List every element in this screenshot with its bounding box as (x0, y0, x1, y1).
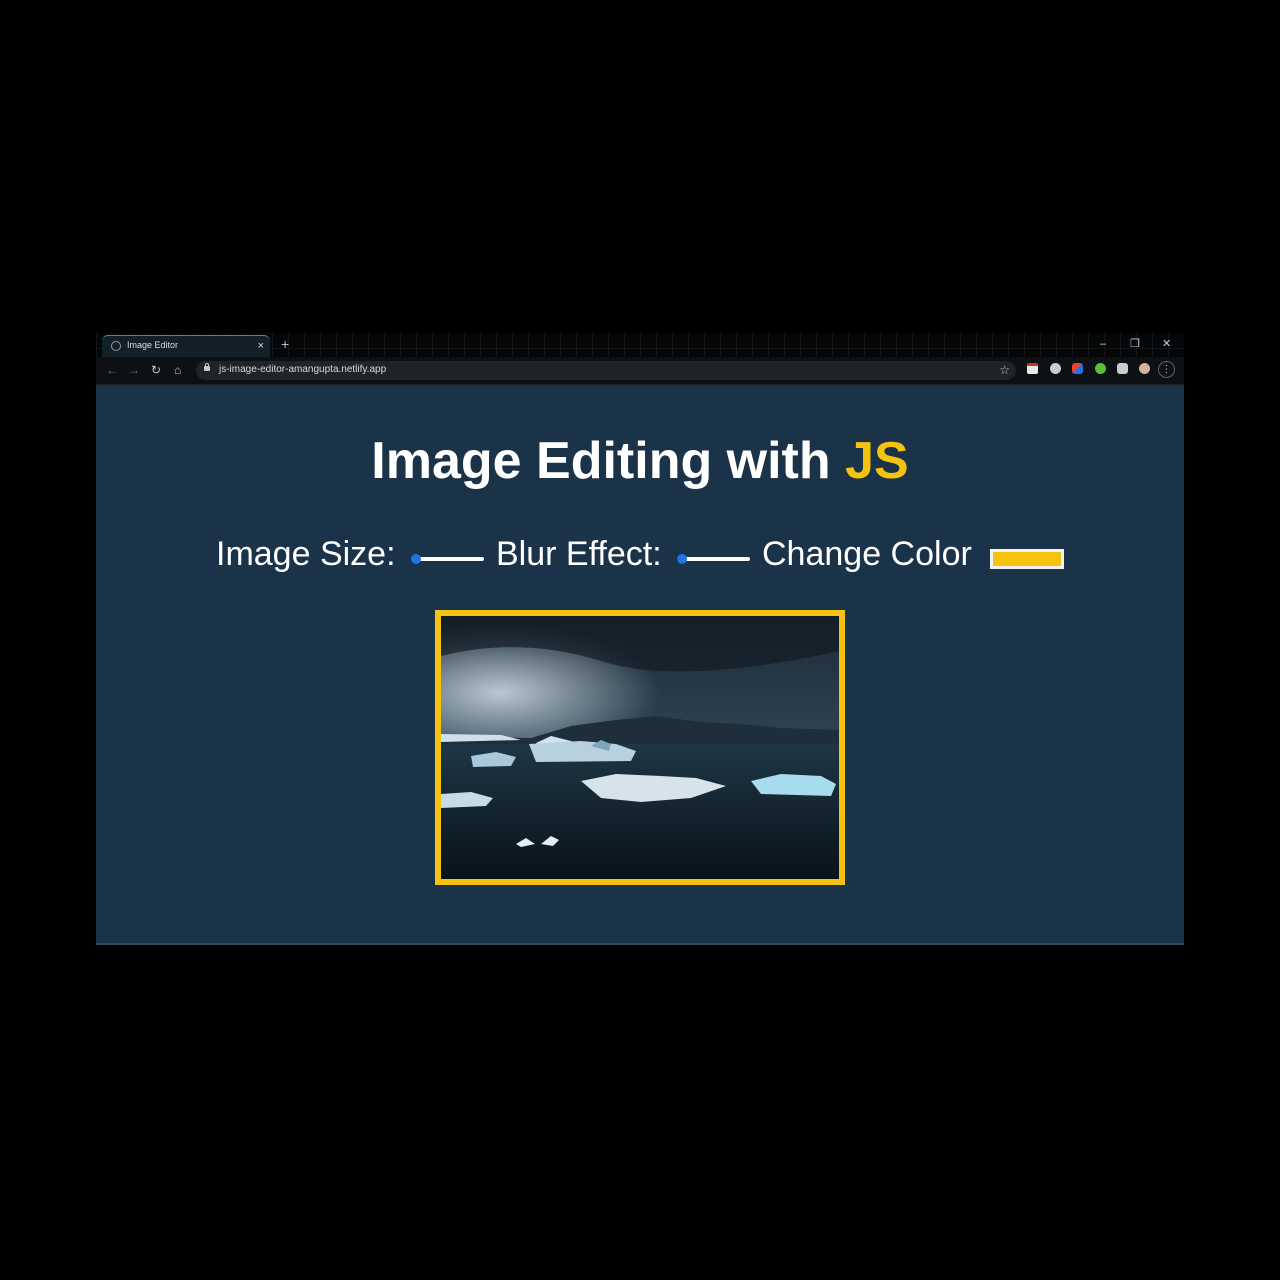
minimize-button[interactable]: – (1100, 337, 1106, 351)
address-url[interactable]: js-image-editor-amangupta.netlify.app (219, 364, 386, 375)
new-tab-button[interactable]: + (281, 336, 289, 352)
browser-titlebar: Image Editor × + – ❐ ✕ (96, 333, 1184, 357)
address-bar[interactable]: js-image-editor-amangupta.netlify.app ☆ (196, 361, 1016, 380)
back-arrow-icon[interactable]: ← (106, 363, 118, 377)
restore-button[interactable]: ❐ (1130, 337, 1140, 351)
green-plus-extension-icon[interactable] (1095, 363, 1106, 374)
color-picker[interactable] (990, 549, 1064, 569)
page-content: Image Editing with JS Image Size: Blur E… (96, 385, 1184, 945)
tab-title: Image Editor (127, 340, 179, 350)
puzzle-extensions-icon[interactable] (1117, 363, 1128, 374)
browser-toolbar: ← → ↻ ⌂ js-image-editor-amangupta.netlif… (96, 357, 1184, 385)
reload-icon[interactable]: ↻ (151, 363, 161, 377)
kebab-menu-icon[interactable]: ⋮ (1158, 361, 1175, 378)
close-window-button[interactable]: ✕ (1162, 337, 1171, 351)
profile-avatar[interactable] (1139, 363, 1150, 374)
tab-close-icon[interactable]: × (258, 339, 264, 353)
blur-effect-slider[interactable] (677, 554, 750, 564)
forward-arrow-icon[interactable]: → (128, 363, 140, 377)
blur-effect-label: Blur Effect: (496, 535, 662, 573)
lock-icon[interactable] (204, 363, 210, 371)
calendar-extension-icon[interactable] (1027, 363, 1038, 374)
star-icon[interactable]: ☆ (999, 363, 1010, 377)
blur-effect-slider-thumb[interactable] (677, 554, 687, 564)
page-title-accent: JS (845, 432, 909, 490)
page-title-main: Image Editing with (371, 432, 846, 490)
change-color-label: Change Color (762, 535, 972, 573)
browser-window: Image Editor × + – ❐ ✕ ← → ↻ ⌂ js-image-… (96, 333, 1184, 945)
edited-image-frame (435, 610, 845, 885)
home-icon[interactable]: ⌂ (174, 363, 181, 377)
gear-extension-icon[interactable] (1050, 363, 1061, 374)
image-size-label: Image Size: (216, 535, 396, 573)
image-size-slider[interactable] (411, 554, 484, 564)
landscape-photo (441, 616, 839, 879)
globe-icon (111, 341, 121, 351)
tab-image-editor[interactable]: Image Editor × (102, 335, 270, 357)
figma-extension-icon[interactable] (1072, 363, 1083, 374)
page-title: Image Editing with JS (96, 431, 1184, 491)
image-size-slider-thumb[interactable] (411, 554, 421, 564)
page-bottom-edge (96, 943, 1184, 945)
